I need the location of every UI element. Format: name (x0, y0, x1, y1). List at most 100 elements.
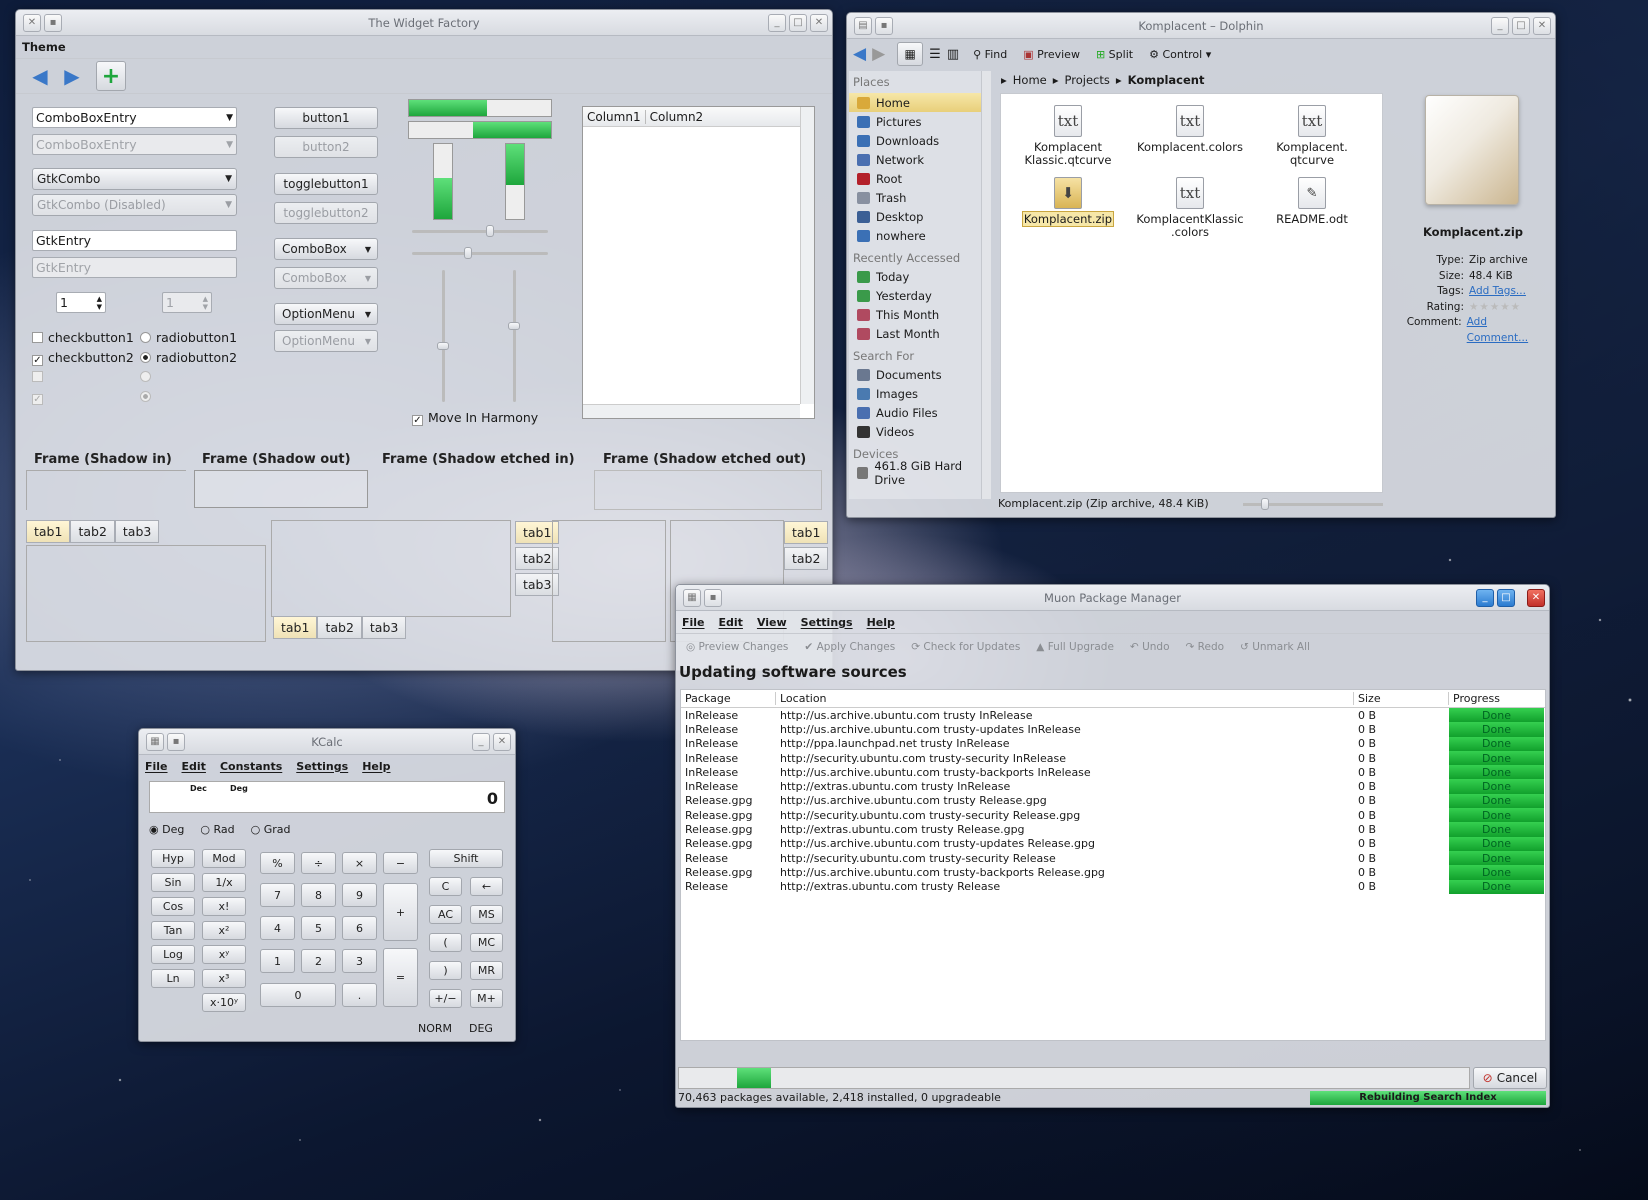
optionmenu[interactable]: OptionMenu ▼ (274, 303, 378, 325)
menu-icon[interactable]: ▪ (167, 732, 185, 751)
breadcrumb-home[interactable]: Home (1013, 73, 1047, 87)
gtkentry[interactable]: GtkEntry (32, 230, 237, 251)
table-row[interactable]: InRelease http://ppa.launchpad.net trusty… (681, 736, 1544, 751)
calc-key-sci[interactable]: x·10ʸ (202, 993, 246, 1012)
add-comment-link[interactable]: Add Comment... (1467, 315, 1549, 346)
table-row[interactable]: Release http://extras.ubuntu.com trusty R… (681, 879, 1544, 894)
title-bar[interactable]: ✕ ▪ The Widget Factory _ □ ✕ (16, 10, 832, 36)
menu-settings[interactable]: Settings (801, 616, 853, 629)
calc-key-sci[interactable]: xʸ (202, 945, 246, 964)
calc-key-sci[interactable]: Hyp (151, 849, 195, 868)
cancel-button[interactable]: ⊘ Cancel (1473, 1067, 1547, 1089)
comboboxentry[interactable]: ComboBoxEntry ▼ (32, 107, 237, 128)
calc-key-shift[interactable]: Shift (429, 849, 503, 868)
full-upgrade-button[interactable]: ▲ Full Upgrade (1036, 641, 1114, 653)
close-button[interactable]: ✕ (493, 732, 511, 751)
forward-arrow-icon[interactable]: ▶ (58, 62, 86, 90)
menu-edit[interactable]: Edit (719, 616, 743, 629)
minimize-button[interactable]: _ (472, 732, 490, 751)
slider-handle[interactable] (508, 322, 520, 330)
calc-key-decimal[interactable]: . (342, 983, 377, 1007)
calc-key-sci[interactable]: Cos (151, 897, 195, 916)
menu-file[interactable]: File (145, 760, 168, 773)
tab-3[interactable]: tab3 (114, 520, 160, 543)
table-row[interactable]: InRelease http://us.archive.ubuntu.com tr… (681, 722, 1544, 737)
close-button[interactable]: ✕ (1533, 16, 1551, 35)
chevron-down-icon[interactable]: ▼ (226, 113, 233, 123)
calc-key-sci[interactable]: x! (202, 897, 246, 916)
calc-key-digit[interactable]: 2 (301, 949, 336, 973)
calc-key-plus[interactable]: + (383, 883, 418, 941)
sidebar-item-place[interactable]: Root (849, 169, 981, 188)
hslider-2[interactable] (412, 247, 548, 259)
unmark-all-button[interactable]: ↺ Unmark All (1240, 641, 1310, 653)
file-item[interactable]: txt KomplacentKlassic .colors (1135, 177, 1245, 239)
sidebar-item-calendar[interactable]: This Month (849, 305, 981, 324)
spin-button[interactable]: 1 ▲ ▼ (56, 292, 106, 313)
table-row[interactable]: InRelease http://us.archive.ubuntu.com tr… (681, 765, 1544, 780)
icons-view-icon[interactable]: ▦ (897, 42, 924, 66)
calc-key-memory[interactable]: AC (429, 905, 462, 924)
calc-key-digit[interactable]: 1 (260, 949, 295, 973)
column-size[interactable]: Size (1354, 692, 1449, 705)
maximize-button[interactable]: □ (1497, 588, 1515, 607)
minimize-button[interactable]: _ (1491, 16, 1509, 35)
tab-1[interactable]: tab1 (26, 520, 71, 543)
sidebar-item-search[interactable]: Audio Files (849, 403, 981, 422)
check-updates-button[interactable]: ⟳ Check for Updates (911, 641, 1020, 653)
radiobutton1[interactable]: radiobutton1 (140, 328, 237, 348)
calc-key-equals[interactable]: = (383, 948, 418, 1007)
control-button[interactable]: ⚙ Control ▾ (1149, 48, 1211, 61)
menu-icon[interactable]: ▪ (875, 16, 893, 35)
table-row[interactable]: Release.gpg http://extras.ubuntu.com trus… (681, 822, 1544, 837)
menu-view[interactable]: View (757, 616, 787, 629)
radio-deg[interactable]: ◉ Deg (149, 823, 184, 836)
table-row[interactable]: InRelease http://security.ubuntu.com trus… (681, 750, 1544, 766)
table-row[interactable]: InRelease http://extras.ubuntu.com trusty… (681, 779, 1544, 794)
calc-key-sci[interactable]: Mod (202, 849, 246, 868)
sidebar-item-search[interactable]: Documents (849, 365, 981, 384)
slider-handle[interactable] (486, 225, 494, 237)
calc-key-memory[interactable]: ← (470, 877, 503, 896)
app-icon[interactable]: ▤ (854, 16, 872, 35)
calc-key-sci[interactable]: Log (151, 945, 195, 964)
table-row[interactable]: Release.gpg http://us.archive.ubuntu.com … (681, 836, 1544, 851)
calc-key-op[interactable]: ÷ (301, 852, 336, 874)
slider-handle[interactable] (1261, 498, 1269, 510)
back-arrow-icon[interactable]: ◀ (26, 62, 54, 90)
table-row[interactable]: Release.gpg http://us.archive.ubuntu.com … (681, 865, 1544, 880)
title-bar[interactable]: ▤ ▪ Komplacent – Dolphin _ □ ✕ (847, 13, 1555, 39)
sidebar-item-place[interactable]: nowhere (849, 226, 981, 245)
slider-handle[interactable] (464, 247, 472, 259)
calc-key-digit[interactable]: 3 (342, 949, 377, 973)
file-item-selected[interactable]: ⬇ Komplacent.zip (1013, 177, 1123, 227)
calc-key-memory[interactable]: +/− (429, 989, 462, 1008)
title-bar[interactable]: ▦ ▪ Muon Package Manager _ □ ✕ (676, 585, 1549, 611)
combobox[interactable]: ComboBox ▼ (274, 238, 378, 260)
slider-handle[interactable] (437, 342, 449, 350)
calc-key-sci[interactable]: Sin (151, 873, 195, 892)
sidebar-item-drive[interactable]: 461.8 GiB Hard Drive (849, 459, 981, 487)
calc-key-digit[interactable]: 0 (260, 983, 336, 1007)
table-row[interactable]: Release http://security.ubuntu.com trusty… (681, 850, 1544, 866)
table-row[interactable]: Release.gpg http://security.ubuntu.com tr… (681, 808, 1544, 823)
hslider-1[interactable] (412, 225, 548, 237)
calc-key-digit[interactable]: 5 (301, 916, 336, 940)
calc-key-memory[interactable]: MC (470, 933, 503, 952)
calc-key-memory[interactable]: MS (470, 905, 503, 924)
close-button[interactable]: ✕ (1527, 588, 1545, 607)
calc-key-memory[interactable]: ) (429, 961, 462, 980)
add-icon[interactable]: + (96, 61, 126, 91)
tab-2[interactable]: tab2 (70, 520, 115, 543)
title-bar[interactable]: ▦ ▪ KCalc _ ✕ (139, 729, 515, 755)
tree-view[interactable]: Column1 Column2 (582, 106, 815, 419)
column1-header[interactable]: Column1 (583, 109, 646, 124)
file-item[interactable]: ✎ README.odt (1257, 177, 1367, 226)
calc-key-sci[interactable]: x² (202, 921, 246, 940)
calc-key-digit[interactable]: 6 (342, 916, 377, 940)
sidebar-item-calendar[interactable]: Yesterday (849, 286, 981, 305)
checkbutton2[interactable]: ✓ checkbutton2 (32, 348, 134, 368)
calc-key-memory[interactable]: C (429, 877, 462, 896)
horizontal-scrollbar[interactable] (583, 404, 800, 418)
spin-arrows-icon[interactable]: ▲ ▼ (97, 295, 102, 311)
